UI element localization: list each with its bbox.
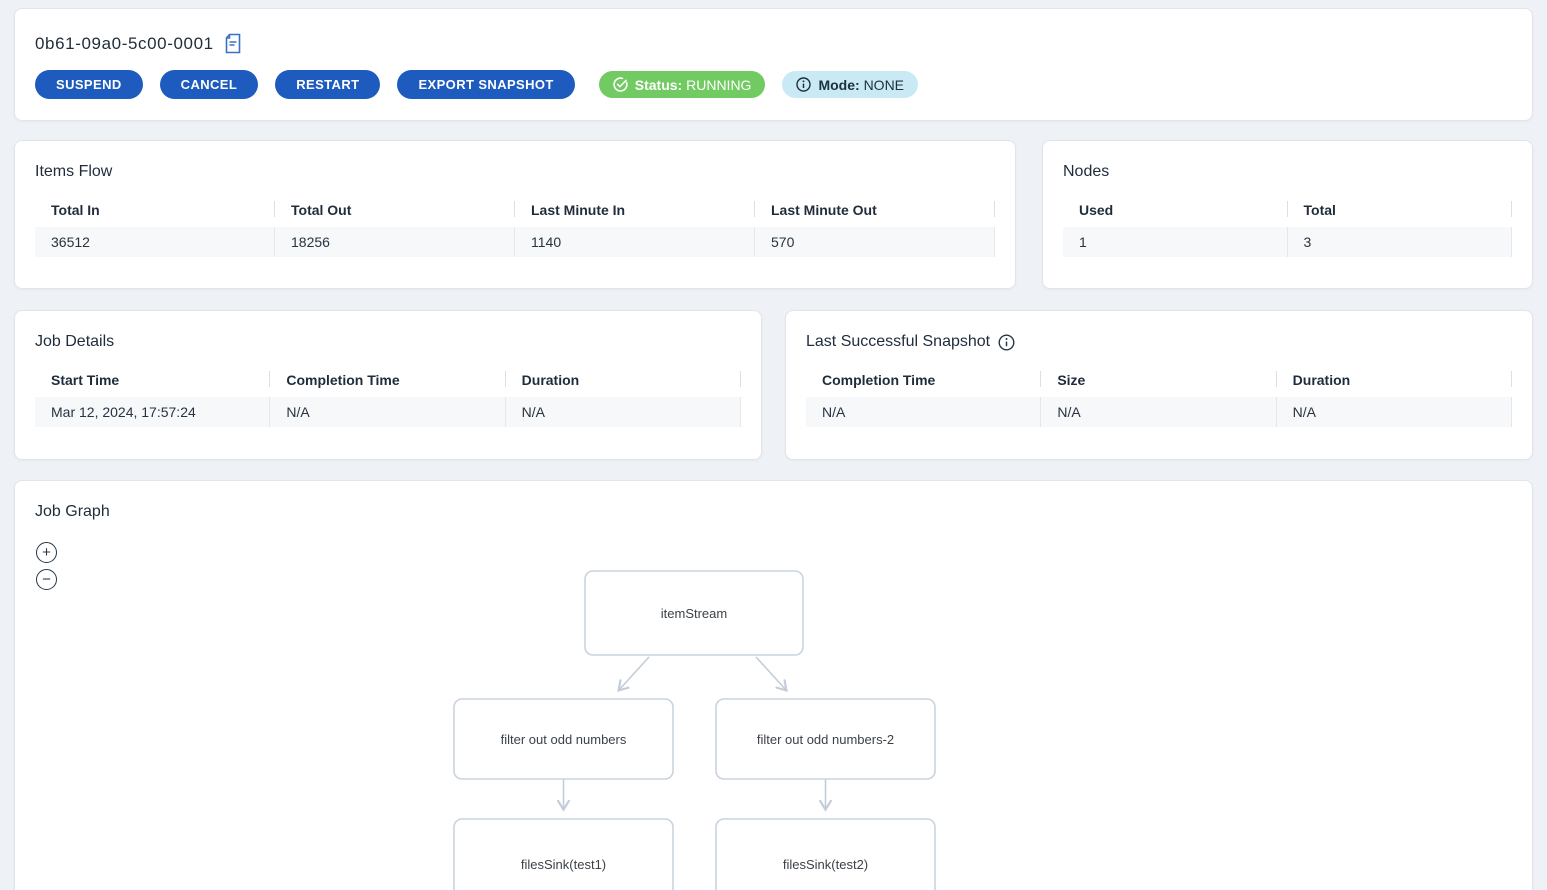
check-circle-icon bbox=[613, 77, 628, 92]
column-header: Last Minute Out bbox=[755, 198, 995, 227]
column-header: Last Minute In bbox=[515, 198, 755, 227]
table-header-row: Used Total bbox=[1063, 198, 1512, 227]
job-detail-page: 0b61-09a0-5c00-0001 SUSPEND CANCEL RESTA… bbox=[0, 0, 1547, 890]
job-details-title: Job Details bbox=[35, 333, 741, 351]
cancel-button[interactable]: CANCEL bbox=[160, 70, 259, 99]
graph-node-filter-2[interactable]: filter out odd numbers-2 bbox=[716, 699, 935, 779]
table-cell: 36512 bbox=[35, 227, 275, 257]
export-snapshot-button[interactable]: EXPORT SNAPSHOT bbox=[397, 70, 574, 99]
restart-button[interactable]: RESTART bbox=[275, 70, 380, 99]
table-cell: N/A bbox=[270, 397, 505, 427]
table-cell: 570 bbox=[755, 227, 995, 257]
suspend-button[interactable]: SUSPEND bbox=[35, 70, 143, 99]
graph-node-label: filesSink(test1) bbox=[521, 857, 606, 872]
last-snapshot-card: Last Successful Snapshot Completion Time… bbox=[785, 310, 1533, 460]
table-header-row: Start Time Completion Time Duration bbox=[35, 368, 741, 397]
job-header-card: 0b61-09a0-5c00-0001 SUSPEND CANCEL RESTA… bbox=[14, 8, 1533, 121]
table-header-row: Completion Time Size Duration bbox=[806, 368, 1512, 397]
column-header: Duration bbox=[1277, 368, 1512, 397]
table-cell: 1140 bbox=[515, 227, 755, 257]
job-id-title: 0b61-09a0-5c00-0001 bbox=[35, 34, 214, 54]
zoom-in-button[interactable]: + bbox=[36, 542, 57, 563]
column-header: Size bbox=[1041, 368, 1276, 397]
table-row: 1 3 bbox=[1063, 227, 1512, 257]
items-flow-title: Items Flow bbox=[35, 163, 995, 181]
table-cell: 3 bbox=[1288, 227, 1513, 257]
job-graph-card: Job Graph + − itemStream bbox=[14, 480, 1533, 890]
column-header: Used bbox=[1063, 198, 1288, 227]
items-flow-card: Items Flow Total In Total Out Last Minut… bbox=[14, 140, 1016, 289]
job-title-row: 0b61-09a0-5c00-0001 bbox=[35, 33, 1512, 54]
column-header: Total In bbox=[35, 198, 275, 227]
job-actions-row: SUSPEND CANCEL RESTART EXPORT SNAPSHOT S… bbox=[35, 70, 1512, 99]
graph-zoom-controls: + − bbox=[36, 542, 58, 590]
column-header: Total Out bbox=[275, 198, 515, 227]
job-graph-canvas[interactable]: itemStream filter out odd numbers filter… bbox=[15, 481, 1534, 890]
info-circle-icon bbox=[796, 77, 811, 92]
status-badge-text: Status: RUNNING bbox=[635, 77, 752, 93]
column-header: Completion Time bbox=[806, 368, 1041, 397]
zoom-out-button[interactable]: − bbox=[36, 569, 57, 590]
edge-itemstream-filter1 bbox=[619, 657, 649, 690]
mode-badge: Mode: NONE bbox=[782, 71, 918, 98]
info-circle-icon[interactable] bbox=[998, 334, 1015, 351]
job-details-table: Start Time Completion Time Duration Mar … bbox=[35, 368, 741, 427]
items-flow-table: Total In Total Out Last Minute In Last M… bbox=[35, 198, 995, 257]
table-row: N/A N/A N/A bbox=[806, 397, 1512, 427]
table-cell: N/A bbox=[1041, 397, 1276, 427]
column-header: Start Time bbox=[35, 368, 270, 397]
nodes-title: Nodes bbox=[1063, 163, 1512, 181]
status-badge: Status: RUNNING bbox=[599, 71, 766, 98]
last-snapshot-title-row: Last Successful Snapshot bbox=[806, 333, 1512, 351]
graph-node-label: filter out odd numbers-2 bbox=[757, 732, 894, 747]
table-cell: 1 bbox=[1063, 227, 1288, 257]
mode-badge-text: Mode: NONE bbox=[818, 77, 904, 93]
table-cell: Mar 12, 2024, 17:57:24 bbox=[35, 397, 270, 427]
nodes-table: Used Total 1 3 bbox=[1063, 198, 1512, 257]
graph-node-sink-2[interactable]: filesSink(test2) bbox=[716, 819, 935, 890]
graph-node-label: filter out odd numbers bbox=[501, 732, 627, 747]
job-details-card: Job Details Start Time Completion Time D… bbox=[14, 310, 762, 460]
table-cell: N/A bbox=[506, 397, 741, 427]
table-row: Mar 12, 2024, 17:57:24 N/A N/A bbox=[35, 397, 741, 427]
column-header: Total bbox=[1288, 198, 1513, 227]
column-header: Duration bbox=[506, 368, 741, 397]
job-definition-icon[interactable] bbox=[224, 33, 242, 54]
table-cell: N/A bbox=[1277, 397, 1512, 427]
graph-node-label: itemStream bbox=[661, 606, 727, 621]
table-cell: 18256 bbox=[275, 227, 515, 257]
edge-itemstream-filter2 bbox=[756, 657, 786, 690]
column-header: Completion Time bbox=[270, 368, 505, 397]
table-row: 36512 18256 1140 570 bbox=[35, 227, 995, 257]
last-snapshot-title: Last Successful Snapshot bbox=[806, 333, 990, 351]
graph-node-sink-1[interactable]: filesSink(test1) bbox=[454, 819, 673, 890]
graph-node-filter-1[interactable]: filter out odd numbers bbox=[454, 699, 673, 779]
nodes-card: Nodes Used Total 1 3 bbox=[1042, 140, 1533, 289]
table-header-row: Total In Total Out Last Minute In Last M… bbox=[35, 198, 995, 227]
graph-node-itemstream[interactable]: itemStream bbox=[585, 571, 803, 655]
table-cell: N/A bbox=[806, 397, 1041, 427]
last-snapshot-table: Completion Time Size Duration N/A N/A N/… bbox=[806, 368, 1512, 427]
graph-node-label: filesSink(test2) bbox=[783, 857, 868, 872]
